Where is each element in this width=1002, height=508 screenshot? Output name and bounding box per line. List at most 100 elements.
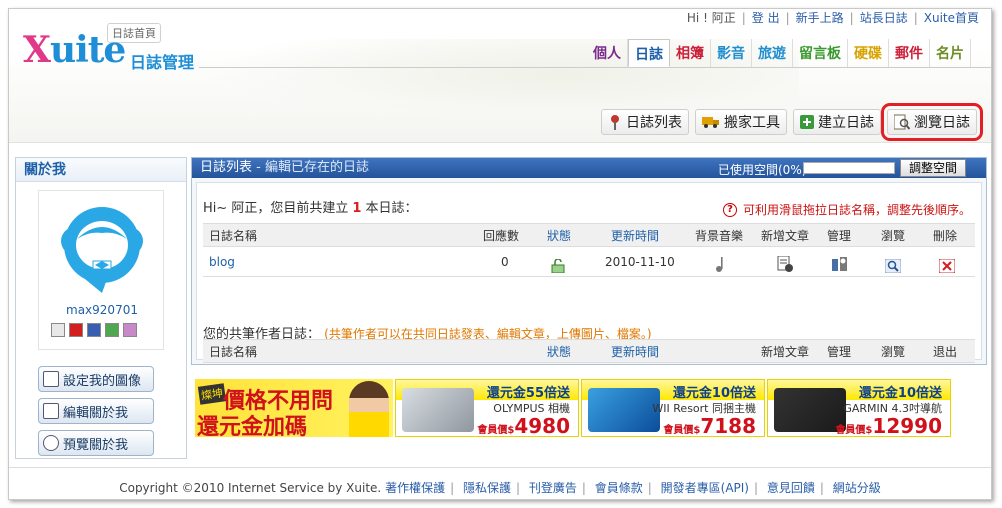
profile-mini-icons — [51, 323, 137, 337]
search-icon[interactable] — [105, 323, 119, 337]
blog-toolbar: 日誌列表 搬家工具 建立日誌 瀏覽日誌 — [601, 103, 983, 141]
top-links: Hi ! 阿正 | 登 出 | 新手上路 | 站長日誌 | Xuite首頁 — [686, 11, 979, 25]
col-name: 日誌名稱 — [209, 229, 258, 243]
create-blog-button[interactable]: 建立日誌 — [793, 109, 881, 135]
tab-5[interactable]: 留言板 — [793, 39, 848, 67]
coauthor-table-header: 日誌名稱 狀態 更新時間 新增文章 管理 瀏覽 退出 — [203, 339, 975, 363]
tab-7[interactable]: 郵件 — [889, 39, 930, 67]
col-delete: 刪除 — [933, 229, 958, 243]
move-tool-button[interactable]: 搬家工具 — [695, 109, 787, 135]
ad-main[interactable]: 燦坤 價格不用問 還元金加碼 — [195, 379, 393, 437]
table-header: 日誌名稱 回應數 狀態 更新時間 背景音樂 新增文章 管理 瀏覽 刪除 — [203, 223, 975, 247]
replies-value: 0 — [501, 255, 509, 269]
ad-headline: 還元金10倍送 — [672, 386, 756, 401]
webmaster-blog-link[interactable]: 站長日誌 — [860, 11, 908, 25]
col-status-2[interactable]: 狀態 — [547, 340, 571, 364]
tab-6[interactable]: 硬碟 — [848, 39, 889, 67]
col-status[interactable]: 狀態 — [547, 224, 571, 248]
blog-name-link[interactable]: blog — [209, 247, 235, 277]
col-manage: 管理 — [827, 229, 852, 243]
greeting-text: Hi ! 阿正 — [686, 11, 736, 25]
ad-banner[interactable]: 燦坤 價格不用問 還元金加碼 還元金55倍送 OLYMPUS 相機 會員價$49… — [195, 379, 951, 437]
new-post-icon[interactable] — [777, 253, 793, 283]
blog-list-panel: 日誌列表 - 編輯已存在的日誌 已使用空間(0%) 調整空間 Hi~ 阿正，您目… — [191, 157, 987, 365]
browse-icon[interactable] — [884, 254, 902, 284]
ad-item-camera[interactable]: 還元金55倍送 OLYMPUS 相機 會員價$4980 — [395, 379, 579, 437]
question-icon: ? — [722, 202, 737, 217]
col-updated-2[interactable]: 更新時間 — [611, 340, 659, 364]
edit-about-label: 編輯關於我 — [63, 405, 129, 421]
tab-4[interactable]: 旅遊 — [752, 39, 793, 67]
main-nav: 個人 日誌 相簿 影音 旅遊 留言板 硬碟 郵件 名片 — [587, 39, 971, 67]
logout-link[interactable]: 登 出 — [752, 11, 780, 25]
ad-item-wii[interactable]: 還元金10倍送 WII Resort 同捆主機 會員價$7188 — [581, 379, 765, 437]
updated-value: 2010-11-10 — [605, 255, 675, 269]
greeting-post: 本日誌： — [365, 201, 418, 216]
xuite-home-link[interactable]: Xuite首頁 — [924, 11, 979, 25]
ad-line2: 還元金加碼 — [197, 415, 308, 437]
ad-item-gps[interactable]: 還元金10倍送 GARMIN 4.3吋導航 會員價$12990 — [767, 379, 951, 437]
ad-model-image — [349, 381, 389, 437]
footer-link[interactable]: 開發者專區(API) — [661, 481, 749, 495]
album-icon[interactable] — [87, 323, 101, 337]
ad-price: 會員價$12990 — [835, 414, 942, 437]
panel-header: 日誌列表 - 編輯已存在的日誌 已使用空間(0%) 調整空間 — [192, 158, 986, 178]
beginner-guide-link[interactable]: 新手上路 — [796, 11, 844, 25]
header: 日誌首頁 Xuite 日誌管理 Hi ! 阿正 | 登 出 | 新手上路 | 站長日誌 | Xu… — [9, 9, 991, 143]
panel-title: 日誌列表 — [200, 160, 253, 175]
blog-list-button[interactable]: 日誌列表 — [601, 109, 689, 135]
reorder-tip-text: 可利用滑鼠拖拉日誌名稱，調整先後順序。 — [742, 203, 971, 217]
tab-0[interactable]: 個人 — [587, 39, 628, 67]
copyright: Copyright ©2010 Internet Service by Xuit… — [119, 481, 382, 495]
greeting: Hi~ 阿正，您目前共建立 1 本日誌： — [203, 197, 417, 216]
panel-body: Hi~ 阿正，您目前共建立 1 本日誌： ? 可利用滑鼠拖拉日誌名稱，調整先後順序。… — [196, 182, 982, 363]
col-browse-2: 瀏覽 — [881, 345, 906, 359]
truck-icon — [702, 117, 719, 128]
profile-icon[interactable] — [51, 323, 65, 337]
mail-icon[interactable] — [123, 323, 137, 337]
delete-icon[interactable] — [938, 254, 956, 284]
col-new-post-2: 新增文章 — [761, 345, 810, 359]
camera-image — [402, 388, 474, 432]
blog-list-label: 日誌列表 — [626, 115, 682, 131]
lock-icon[interactable] — [551, 254, 565, 284]
footer-link[interactable]: 意見回饋 — [767, 481, 815, 495]
tab-2[interactable]: 相簿 — [670, 39, 711, 67]
col-leave-2: 退出 — [933, 345, 958, 359]
edit-about-button[interactable]: 編輯關於我 — [38, 398, 154, 424]
footer-link[interactable]: 隱私保護 — [463, 481, 511, 495]
username[interactable]: max920701 — [39, 303, 165, 317]
footer: Copyright ©2010 Internet Service by Xuit… — [9, 467, 991, 499]
footer-link[interactable]: 刊登廣告 — [529, 481, 577, 495]
footer-link[interactable]: 著作權保護 — [385, 481, 445, 495]
plus-icon — [800, 115, 814, 129]
reorder-tip: ? 可利用滑鼠拖拉日誌名稱，調整先後順序。 — [722, 201, 971, 218]
set-avatar-button[interactable]: 設定我的圖像 — [38, 366, 154, 392]
about-me-title: 關於我 — [16, 158, 186, 182]
xuite-logo-word: Xuite — [23, 29, 126, 71]
tab-1[interactable]: 日誌 — [628, 39, 670, 67]
adjust-space-button[interactable]: 調整空間 — [900, 159, 967, 177]
preview-icon — [43, 435, 59, 451]
footer-link[interactable]: 會員條款 — [595, 481, 643, 495]
move-tool-label: 搬家工具 — [724, 115, 780, 131]
wii-image — [588, 388, 660, 432]
ad-headline: 還元金55倍送 — [486, 386, 570, 401]
document-icon — [43, 403, 59, 419]
preview-about-label: 預覽關於我 — [63, 437, 129, 453]
avatar-icon — [43, 371, 59, 387]
blog-count: 1 — [352, 201, 362, 216]
tab-3[interactable]: 影音 — [711, 39, 752, 67]
music-note-icon[interactable] — [715, 253, 727, 283]
manage-icon[interactable] — [831, 253, 849, 283]
footer-link[interactable]: 網站分級 — [833, 481, 881, 495]
ad-price: 會員價$7188 — [663, 414, 756, 437]
col-updated[interactable]: 更新時間 — [611, 224, 659, 248]
preview-about-button[interactable]: 預覽關於我 — [38, 430, 154, 456]
browse-blog-button[interactable]: 瀏覽日誌 — [881, 103, 983, 141]
avatar[interactable] — [55, 201, 149, 295]
nav-divider — [199, 67, 991, 68]
tab-8[interactable]: 名片 — [930, 39, 971, 67]
col-new-post: 新增文章 — [761, 229, 810, 243]
video-icon[interactable] — [69, 323, 83, 337]
